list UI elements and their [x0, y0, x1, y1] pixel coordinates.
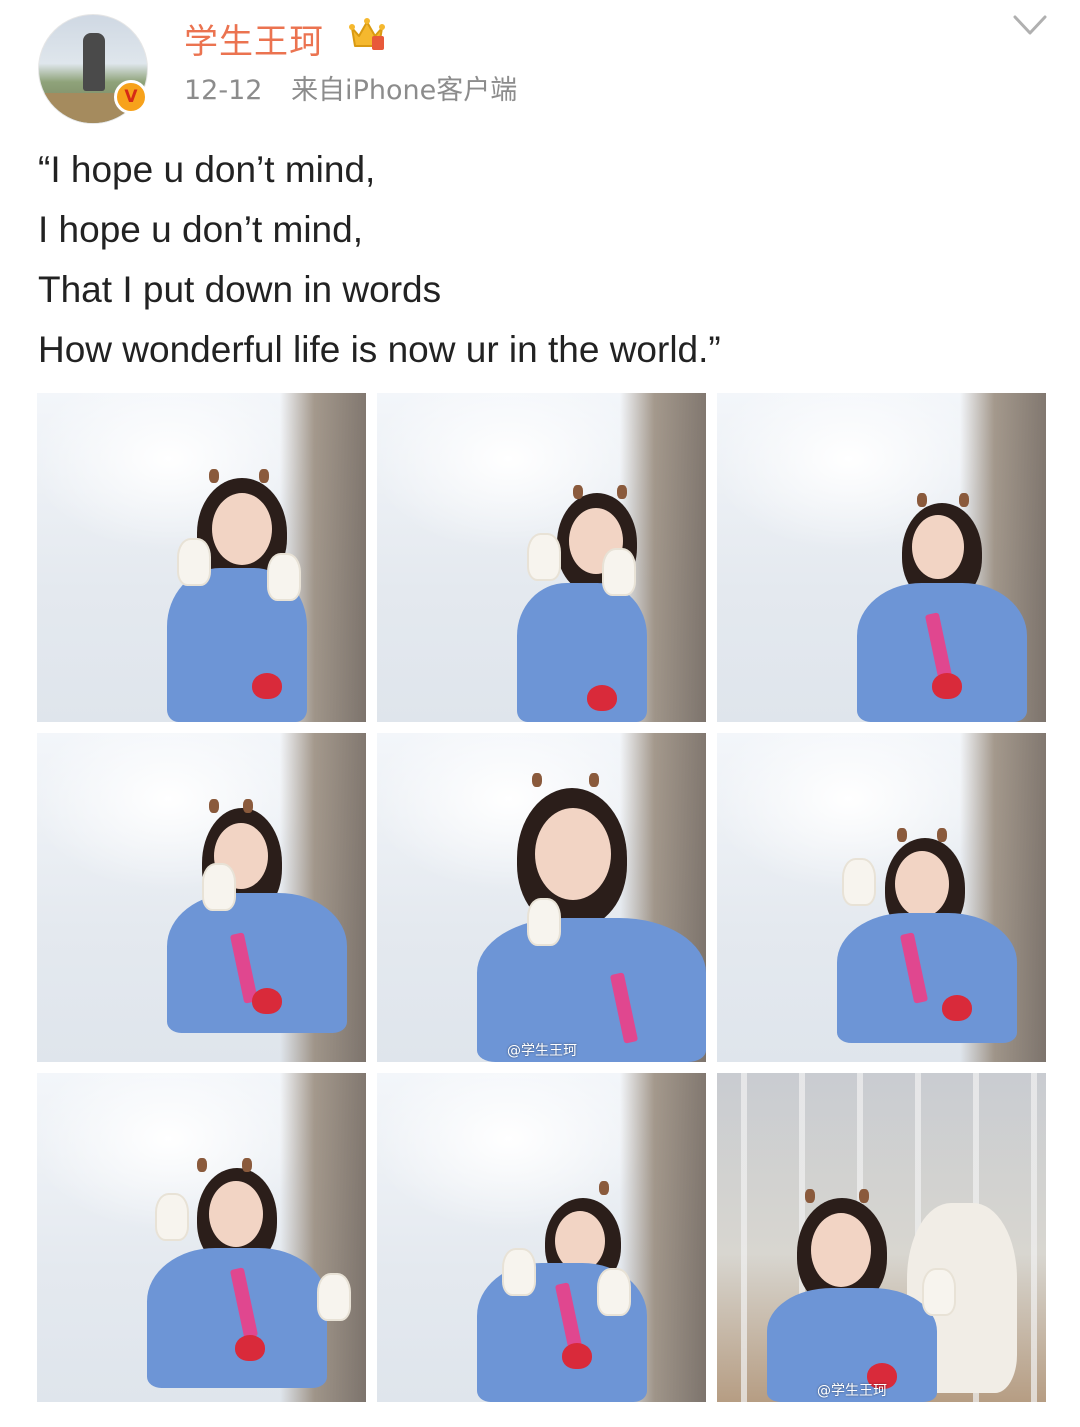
mitten — [317, 1273, 351, 1321]
mitten — [597, 1268, 631, 1316]
post-text: “I hope u don’t mind, I hope u don’t min… — [38, 140, 1058, 380]
heart-patch — [932, 673, 962, 699]
crown-icon — [349, 18, 385, 50]
post-header: V 学生王珂 12-12 来自iPhone客户端 — [0, 0, 1080, 125]
photo-1[interactable] — [37, 393, 366, 722]
mitten — [155, 1193, 189, 1241]
post-meta: 12-12 来自iPhone客户端 — [184, 68, 517, 107]
avatar-figure — [83, 33, 105, 91]
face — [535, 808, 611, 900]
watermark: @学生王珂 — [817, 1383, 887, 1399]
heart-patch — [587, 685, 617, 711]
post-source: 来自iPhone客户端 — [291, 75, 518, 106]
antler — [259, 469, 269, 483]
heart-patch — [562, 1343, 592, 1369]
antler — [859, 1189, 869, 1203]
sweater — [517, 583, 647, 722]
mitten — [527, 898, 561, 946]
post-text-line: That I put down in words — [38, 269, 442, 310]
face — [895, 851, 949, 917]
mitten — [177, 538, 211, 586]
antler — [209, 469, 219, 483]
mitten — [527, 533, 561, 581]
mitten — [267, 553, 301, 601]
face — [212, 493, 272, 565]
photo-9[interactable]: @学生王珂 — [717, 1073, 1046, 1402]
antler — [242, 1158, 252, 1172]
chevron-down-icon[interactable] — [1012, 12, 1048, 38]
antler — [197, 1158, 207, 1172]
heart-patch — [235, 1335, 265, 1361]
photo-8[interactable] — [377, 1073, 706, 1402]
antler — [937, 828, 947, 842]
mitten — [202, 863, 236, 911]
face — [555, 1211, 605, 1271]
heart-patch — [252, 673, 282, 699]
post-text-line: “I hope u don’t mind, — [38, 149, 376, 190]
verified-badge: V — [114, 80, 148, 114]
antler — [897, 828, 907, 842]
photo-4[interactable] — [37, 733, 366, 1062]
antler — [209, 799, 219, 813]
mitten — [922, 1268, 956, 1316]
antler — [532, 773, 542, 787]
face — [912, 515, 964, 579]
antler — [617, 485, 627, 499]
heart-patch — [252, 988, 282, 1014]
photo-3[interactable] — [717, 393, 1046, 722]
face — [209, 1181, 263, 1247]
mitten — [502, 1248, 536, 1296]
antler — [917, 493, 927, 507]
mitten — [842, 858, 876, 906]
photo-2[interactable] — [377, 393, 706, 722]
antler — [599, 1181, 609, 1195]
antler — [589, 773, 599, 787]
antler — [805, 1189, 815, 1203]
post-date: 12-12 — [184, 75, 263, 106]
antler — [959, 493, 969, 507]
post-text-line: I hope u don’t mind, — [38, 209, 363, 250]
heart-patch — [942, 995, 972, 1021]
face — [811, 1213, 871, 1287]
post-text-line: How wonderful life is now ur in the worl… — [38, 329, 721, 370]
watermark: @学生王珂 — [507, 1043, 577, 1059]
antler — [243, 799, 253, 813]
photo-7[interactable] — [37, 1073, 366, 1402]
photo-grid: @学生王珂 @学生王珂 — [37, 393, 1046, 1402]
photo-5[interactable]: @学生王珂 — [377, 733, 706, 1062]
photo-6[interactable] — [717, 733, 1046, 1062]
mitten — [602, 548, 636, 596]
username[interactable]: 学生王珂 — [184, 14, 324, 63]
antler — [573, 485, 583, 499]
sweater — [837, 913, 1017, 1043]
